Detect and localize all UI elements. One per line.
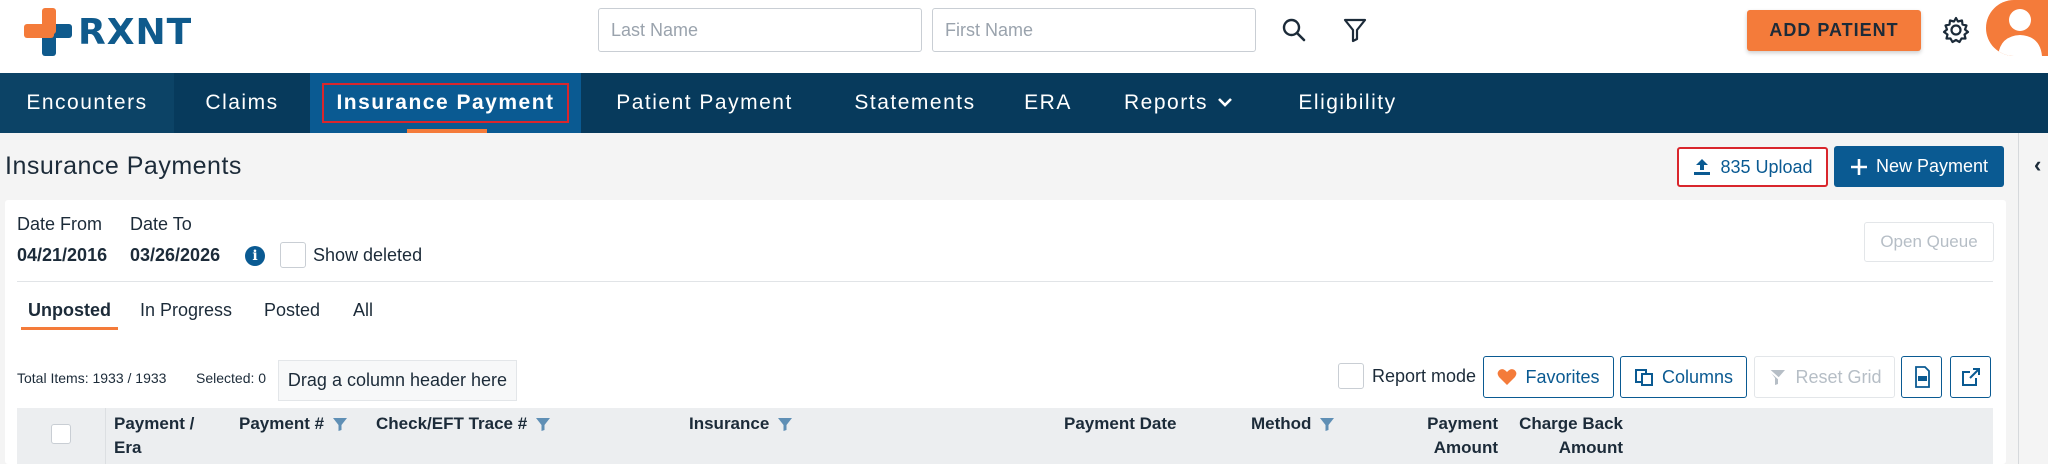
nav-reports[interactable]: Reports (1094, 73, 1262, 133)
logo-text: RXNT (78, 11, 193, 53)
total-items: Total Items: 1933 / 1933 (17, 370, 167, 386)
nav-era[interactable]: ERA (1002, 73, 1094, 133)
report-mode-label: Report mode (1372, 366, 1477, 386)
open-queue-button[interactable]: Open Queue (1864, 222, 1994, 262)
date-to-label: Date To (130, 214, 192, 234)
logo-cross-icon (24, 8, 72, 56)
last-name-input[interactable] (598, 8, 922, 52)
tab-unposted[interactable]: Unposted (21, 300, 118, 330)
columns-button[interactable]: Columns (1620, 356, 1747, 398)
report-mode-checkbox[interactable] (1338, 363, 1364, 389)
column-filter-icon[interactable] (535, 418, 550, 432)
nav-insurance-payment[interactable]: Insurance Payment (310, 73, 581, 133)
col-charge-back-amount[interactable]: Charge Back Amount (1503, 412, 1623, 460)
new-payment-button[interactable]: New Payment (1834, 146, 2004, 187)
add-patient-button[interactable]: ADD PATIENT (1747, 10, 1921, 51)
chevron-down-icon (1218, 98, 1232, 107)
nav-encounters[interactable]: Encounters (0, 73, 174, 133)
external-link-icon (1961, 368, 1980, 386)
new-payment-label: New Payment (1875, 156, 1989, 176)
reset-grid-button[interactable]: Reset Grid (1754, 356, 1895, 398)
user-avatar[interactable] (1986, 0, 2048, 56)
plus-icon (1850, 158, 1867, 175)
nav-eligibility[interactable]: Eligibility (1262, 73, 1433, 133)
select-all-checkbox[interactable] (51, 424, 71, 444)
column-filter-icon[interactable] (332, 418, 347, 432)
show-deleted-checkbox[interactable] (280, 242, 306, 268)
info-icon[interactable]: i (245, 246, 265, 266)
col-check-eft-trace[interactable]: Check/EFT Trace # (376, 412, 550, 436)
show-deleted-label: Show deleted (313, 245, 423, 265)
col-payment-date[interactable]: Payment Date (1064, 412, 1176, 436)
date-to-value[interactable]: 03/26/2026 (130, 245, 220, 266)
columns-label: Columns (1661, 366, 1734, 387)
group-drop-zone[interactable]: Drag a column header here (278, 360, 517, 401)
nav-statements[interactable]: Statements (828, 73, 1002, 133)
collapse-arrow-icon[interactable]: ‹ (2034, 152, 2041, 178)
selected-count: Selected: 0 (196, 370, 267, 386)
top-header: RXNT ADD PATIENT (0, 0, 2048, 73)
reset-grid-label: Reset Grid (1795, 366, 1882, 387)
gear-icon[interactable] (1940, 14, 1972, 46)
main-nav: Encounters Claims Insurance Payment Pati… (0, 73, 2048, 133)
divider (17, 281, 1993, 282)
nav-claims[interactable]: Claims (174, 73, 310, 133)
right-side-rail (2018, 133, 2048, 464)
835-upload-button[interactable]: 835 Upload (1677, 147, 1828, 187)
date-from-label: Date From (17, 214, 103, 234)
upload-icon (1694, 159, 1711, 175)
date-from-value[interactable]: 04/21/2016 (17, 245, 107, 266)
page-title: Insurance Payments (5, 152, 242, 180)
column-filter-icon[interactable] (1320, 418, 1335, 432)
tab-all[interactable]: All (353, 300, 373, 327)
column-filter-icon[interactable] (778, 418, 793, 432)
favorites-button[interactable]: Favorites (1483, 356, 1614, 398)
grid-header: Payment / Era Payment # Check/EFT Trace … (17, 408, 1993, 464)
filter-icon[interactable] (1339, 14, 1371, 46)
export-button[interactable] (1950, 356, 1991, 398)
col-payment-amount[interactable]: Payment Amount (1417, 412, 1498, 460)
tab-in-progress[interactable]: In Progress (140, 300, 232, 327)
nav-patient-payment[interactable]: Patient Payment (581, 73, 828, 133)
col-payment-era[interactable]: Payment / Era (114, 412, 194, 460)
col-method[interactable]: Method (1251, 412, 1335, 436)
columns-icon (1634, 369, 1653, 386)
filter-off-icon (1767, 368, 1788, 386)
favorites-label: Favorites (1525, 366, 1600, 387)
first-name-input[interactable] (932, 8, 1256, 52)
search-icon[interactable] (1278, 14, 1310, 46)
col-insurance[interactable]: Insurance (689, 412, 793, 436)
select-all-cell (17, 408, 106, 464)
export-pdf-button[interactable] (1901, 356, 1942, 398)
tab-posted[interactable]: Posted (264, 300, 320, 327)
upload-label: 835 Upload (1720, 156, 1813, 177)
rxnt-logo[interactable]: RXNT (24, 8, 192, 56)
heart-icon (1498, 369, 1517, 385)
pdf-icon (1914, 366, 1930, 388)
col-payment-number[interactable]: Payment # (239, 412, 347, 436)
